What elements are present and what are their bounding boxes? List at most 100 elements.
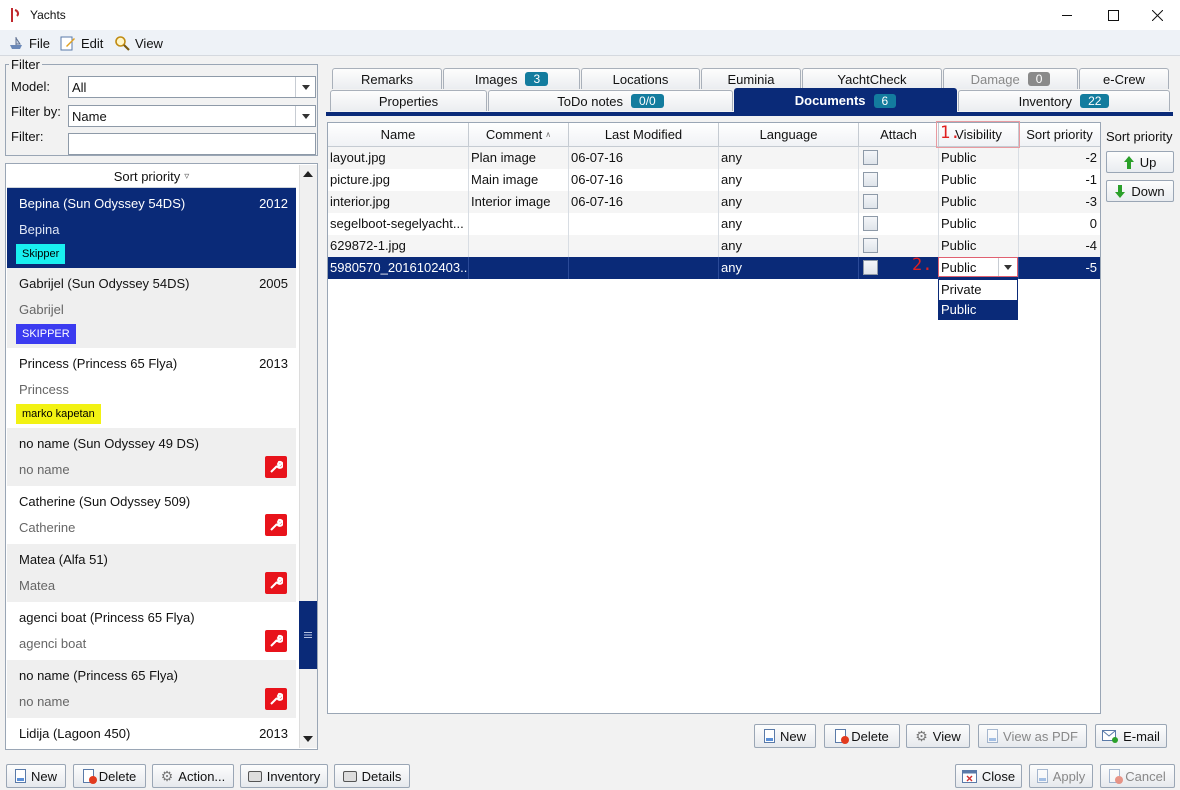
chevron-down-icon[interactable] [998, 258, 1017, 276]
attach-checkbox[interactable] [863, 216, 878, 231]
cell-name: layout.jpg [328, 147, 469, 169]
chevron-down-icon[interactable] [295, 77, 315, 97]
model-select[interactable]: All [68, 76, 316, 98]
column-label: Comment [485, 127, 543, 142]
menu-edit[interactable]: Edit [60, 34, 103, 52]
delete-document-icon [835, 729, 850, 744]
filter-input[interactable] [68, 133, 316, 155]
column-header-comment[interactable]: Comment ∧ [469, 123, 569, 147]
menu-file[interactable]: File [8, 34, 50, 52]
visibility-option-public[interactable]: Public [939, 300, 1017, 319]
list-header-sort-priority[interactable]: Sort priority ▿ [7, 165, 296, 188]
tab-yachtcheck[interactable]: YachtCheck [802, 68, 942, 89]
attach-checkbox[interactable] [863, 238, 878, 253]
doc-email-button[interactable]: E-mail [1095, 724, 1167, 748]
ship-icon [10, 37, 22, 49]
yacht-name: Gabrijel (Sun Odyssey 54DS) [19, 276, 190, 291]
visibility-select[interactable]: Public [938, 257, 1018, 277]
table-row[interactable]: 629872-1.jpg any Public -4 [328, 235, 1100, 257]
visibility-option-private[interactable]: Private [939, 280, 1017, 300]
tab-todo-notes[interactable]: ToDo notes 0/0 [488, 90, 733, 111]
minimize-button[interactable] [1044, 0, 1090, 30]
tab-euminia[interactable]: Euminia [701, 68, 801, 89]
filterby-select[interactable]: Name [68, 105, 316, 127]
cell-visibility[interactable]: Public [939, 213, 1019, 235]
inventory-button[interactable]: Inventory [240, 764, 328, 788]
tab-remarks[interactable]: Remarks [332, 68, 442, 89]
maximize-button[interactable] [1090, 0, 1136, 30]
delete-yacht-button[interactable]: Delete [73, 764, 146, 788]
yacht-list-item[interactable]: no name (Sun Odyssey 49 DS) no name [7, 428, 296, 486]
doc-delete-button[interactable]: Delete [824, 724, 900, 748]
column-header-attach[interactable]: Attach [859, 123, 939, 147]
scroll-down-icon[interactable] [303, 736, 313, 742]
email-icon [1102, 729, 1119, 743]
yacht-list-item[interactable]: agenci boat (Princess 65 Flya) agenci bo… [7, 602, 296, 660]
tab-e-crew[interactable]: e-Crew [1079, 68, 1169, 89]
column-label: Last Modified [604, 127, 683, 142]
column-header-last-modified[interactable]: Last Modified [569, 123, 719, 147]
cell-sort: -3 [1085, 194, 1097, 209]
model-label: Model: [11, 79, 51, 94]
title-bar: Yachts [0, 0, 1180, 30]
tab-inventory[interactable]: Inventory 22 [958, 90, 1170, 111]
column-header-sort-priority[interactable]: Sort priority [1019, 123, 1100, 147]
attach-checkbox[interactable] [863, 150, 878, 165]
magnifier-icon [115, 36, 130, 51]
yacht-list-item[interactable]: Lidija (Lagoon 450) 2013 [7, 718, 296, 749]
cell-visibility[interactable]: Public [939, 147, 1019, 169]
doc-view-pdf-button[interactable]: View as PDF [978, 724, 1087, 748]
scrollbar-thumb[interactable] [299, 601, 317, 669]
tab-damage[interactable]: Damage 0 [943, 68, 1078, 89]
yacht-list-item[interactable]: Matea (Alfa 51) Matea [7, 544, 296, 602]
scroll-up-icon[interactable] [303, 171, 313, 177]
cell-modified: 06-07-16 [569, 169, 719, 191]
attach-checkbox[interactable] [863, 260, 878, 275]
details-button[interactable]: Details [334, 764, 410, 788]
yacht-list-item[interactable]: Princess (Princess 65 Flya) 2013 Princes… [7, 348, 296, 428]
close-button[interactable]: Close [955, 764, 1022, 788]
column-header-language[interactable]: Language [719, 123, 859, 147]
column-header-name[interactable]: Name [328, 123, 469, 147]
cell-comment: Main image [469, 169, 569, 191]
visibility-dropdown-list: Private Public [938, 279, 1018, 320]
column-label: Language [759, 127, 818, 142]
new-yacht-button[interactable]: New [6, 764, 66, 788]
action-button[interactable]: ⚙ Action... [152, 764, 234, 788]
yacht-list-item[interactable]: Gabrijel (Sun Odyssey 54DS) 2005 Gabrije… [7, 268, 296, 348]
move-up-button[interactable]: Up [1106, 151, 1174, 173]
tab-label: Properties [378, 93, 439, 109]
tab-locations[interactable]: Locations [581, 68, 700, 89]
menu-view-label: View [135, 35, 163, 51]
doc-new-button[interactable]: New [754, 724, 816, 748]
yacht-list-item[interactable]: no name (Princess 65 Flya) no name [7, 660, 296, 718]
apply-button[interactable]: Apply [1029, 764, 1093, 788]
cell-visibility[interactable]: Public [939, 191, 1019, 213]
move-down-button[interactable]: Down [1106, 180, 1174, 202]
close-window-button[interactable] [1134, 0, 1180, 30]
table-row[interactable]: picture.jpg Main image 06-07-16 any Publ… [328, 169, 1100, 191]
documents-table: Name Comment ∧ Last Modified Language Att… [327, 122, 1101, 714]
up-label: Up [1139, 154, 1157, 170]
doc-view-button[interactable]: ⚙ View [906, 724, 970, 748]
yacht-list-item[interactable]: Catherine (Sun Odyssey 509) Catherine [7, 486, 296, 544]
tab-images[interactable]: Images 3 [443, 68, 580, 89]
table-row[interactable]: segelboot-segelyacht... any Public 0 [328, 213, 1100, 235]
attach-checkbox[interactable] [863, 194, 878, 209]
button-label: Action... [178, 768, 226, 784]
chevron-down-icon[interactable] [295, 106, 315, 126]
tab-properties[interactable]: Properties [330, 90, 487, 111]
yacht-list-item[interactable]: Bepina (Sun Odyssey 54DS) 2012 Bepina Sk… [7, 188, 296, 268]
cell-attach [859, 147, 939, 169]
table-row[interactable]: interior.jpg Interior image 06-07-16 any… [328, 191, 1100, 213]
sort-ascending-icon: ∧ [545, 130, 552, 139]
tab-documents[interactable]: Documents 6 [734, 88, 957, 112]
yacht-name: Catherine (Sun Odyssey 509) [19, 494, 191, 509]
cell-visibility[interactable]: Public [939, 169, 1019, 191]
table-row[interactable]: layout.jpg Plan image 06-07-16 any Publi… [328, 147, 1100, 169]
cell-visibility[interactable]: Public [939, 235, 1019, 257]
cell-sort: 0 [1089, 216, 1097, 231]
cancel-button[interactable]: Cancel [1100, 764, 1175, 788]
menu-view[interactable]: View [114, 34, 163, 52]
attach-checkbox[interactable] [863, 172, 878, 187]
